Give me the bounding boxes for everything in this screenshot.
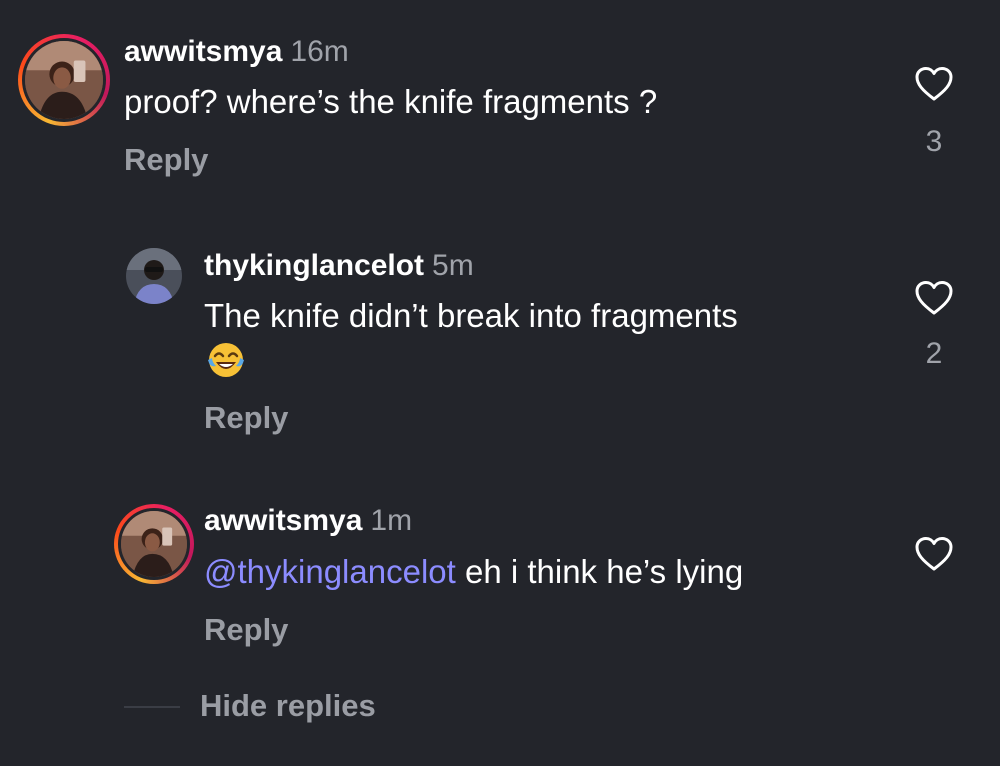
like-button[interactable] (914, 66, 954, 102)
hide-replies-button[interactable]: Hide replies (200, 688, 376, 724)
mention-link[interactable]: @thykinglancelot (204, 553, 456, 590)
comment-text: The knife didn’t break into fragments (204, 297, 738, 334)
like-button[interactable] (914, 280, 954, 316)
avatar-photo-icon (126, 248, 182, 304)
like-count: 2 (925, 337, 943, 370)
comment-header: awwitsmya 1m (204, 503, 412, 539)
avatar-photo-icon (121, 511, 187, 577)
like-button[interactable] (914, 536, 954, 572)
comment-header: thykinglancelot 5m (204, 248, 474, 284)
timestamp: 1m (370, 504, 413, 537)
comment-header: awwitsmya 16m (124, 34, 349, 70)
heart-icon (915, 281, 953, 315)
comment-text: @thykinglancelot eh i think he’s lying (204, 552, 743, 592)
username[interactable]: awwitsmya (204, 504, 362, 537)
avatar-awwitsmya[interactable] (114, 504, 194, 584)
username[interactable]: awwitsmya (124, 35, 282, 68)
like-count: 3 (925, 125, 943, 158)
avatar-thykinglancelot[interactable] (126, 248, 182, 304)
tears-of-joy-emoji-icon (206, 340, 246, 380)
avatar-photo-icon (25, 41, 103, 119)
heart-icon (915, 537, 953, 571)
username[interactable]: thykinglancelot (204, 249, 424, 282)
reply-button[interactable]: Reply (204, 400, 288, 436)
comment-text: proof? where’s the knife fragments ? (124, 83, 658, 120)
comment-text-body: eh i think he’s lying (455, 553, 744, 590)
timestamp: 5m (432, 249, 474, 282)
heart-icon (915, 67, 953, 101)
comment-thread: awwitsmya 16m proof? where’s the knife fr… (0, 0, 1000, 766)
timestamp: 16m (290, 35, 349, 68)
hide-replies-divider (124, 706, 180, 708)
avatar-awwitsmya[interactable] (18, 34, 110, 126)
reply-button[interactable]: Reply (124, 142, 208, 178)
reply-button[interactable]: Reply (204, 612, 288, 648)
